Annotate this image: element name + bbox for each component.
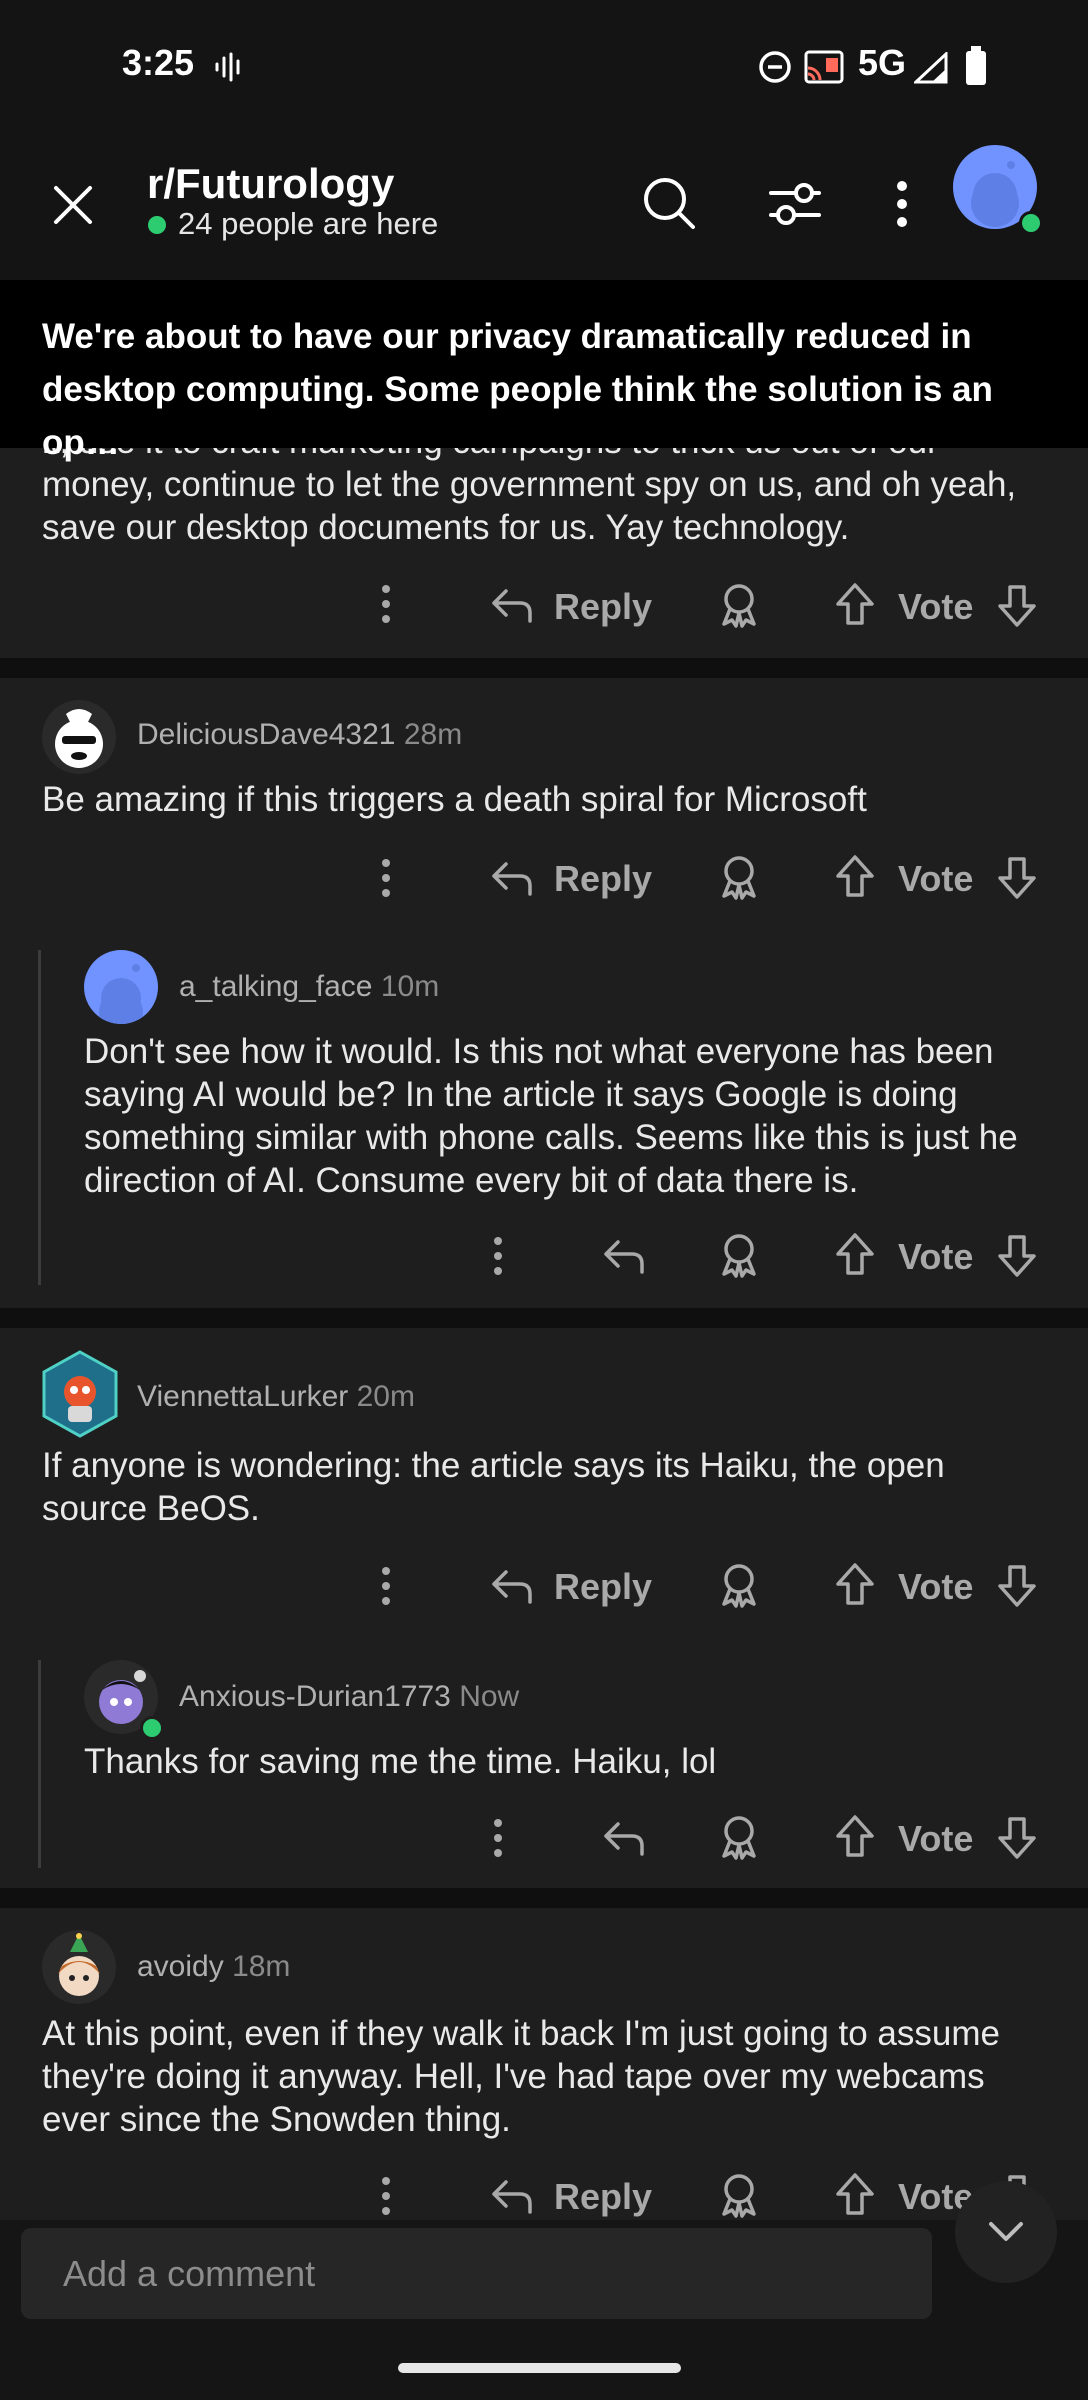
more-vertical-icon[interactable] [894, 180, 910, 228]
network-type: 5G [858, 42, 907, 83]
reply-icon[interactable] [602, 1236, 646, 1276]
signal-icon [914, 52, 948, 84]
downvote-icon[interactable] [996, 1564, 1038, 1608]
award-icon[interactable] [718, 582, 760, 628]
reply-icon[interactable] [490, 2176, 534, 2216]
search-icon[interactable] [642, 176, 696, 230]
vote-label: Vote [898, 1566, 974, 1607]
more-options-icon[interactable] [378, 1566, 394, 1606]
online-status-dot [1019, 211, 1043, 235]
home-indicator[interactable] [398, 2363, 681, 2373]
vote-label: Vote [898, 1236, 974, 1277]
online-status-dot [140, 1716, 164, 1740]
comment-author[interactable]: ViennettaLurker 20m [137, 1380, 415, 1414]
divider [0, 1308, 1088, 1328]
battery-icon [964, 46, 988, 86]
add-comment-input[interactable] [21, 2228, 932, 2319]
online-indicator [148, 216, 166, 234]
upvote-icon[interactable] [834, 1814, 876, 1858]
comment-time: Now [459, 1680, 520, 1713]
vote-label: Vote [898, 1818, 974, 1859]
downvote-icon[interactable] [996, 856, 1038, 900]
user-avatar[interactable] [42, 700, 116, 774]
comment-time: 28m [403, 718, 463, 751]
reply-button[interactable]: Reply [554, 2176, 652, 2218]
award-icon[interactable] [718, 1562, 760, 1608]
award-icon[interactable] [718, 1814, 760, 1860]
upvote-icon[interactable] [834, 1232, 876, 1276]
post-title: We're about to have our privacy dramatic… [42, 317, 993, 462]
more-options-icon[interactable] [378, 2176, 394, 2216]
collapse-button[interactable] [955, 2181, 1057, 2283]
reply-icon[interactable] [490, 858, 534, 898]
comment-author[interactable]: Anxious-Durian1773 Now [179, 1680, 519, 1714]
comment-author[interactable]: avoidy 18m [137, 1950, 290, 1984]
upvote-icon[interactable] [834, 582, 876, 626]
reply-icon[interactable] [602, 1818, 646, 1858]
vote-label: Vote [898, 858, 974, 899]
downvote-icon[interactable] [996, 1816, 1038, 1860]
comment-time: 20m [356, 1380, 415, 1413]
filter-icon[interactable] [768, 180, 822, 228]
award-icon[interactable] [718, 2172, 760, 2218]
reply-button[interactable]: Reply [554, 586, 652, 628]
award-icon[interactable] [718, 1232, 760, 1278]
upvote-icon[interactable] [834, 1562, 876, 1606]
comment-author[interactable]: a_talking_face 10m [179, 970, 439, 1004]
divider [0, 658, 1088, 678]
reply-icon[interactable] [490, 1566, 534, 1606]
thread-line[interactable] [38, 1660, 41, 1868]
reply-icon[interactable] [490, 585, 534, 625]
award-icon[interactable] [718, 854, 760, 900]
presence-count: 24 people are here [178, 206, 439, 241]
thread-line[interactable] [38, 950, 41, 1285]
comment-body: Don't see how it would. Is this not what… [84, 1032, 1018, 1200]
user-avatar[interactable] [40, 1350, 120, 1438]
user-avatar[interactable] [84, 950, 158, 1024]
comment-time: 18m [232, 1950, 291, 1983]
comment-author[interactable]: DeliciousDave4321 28m [137, 718, 462, 752]
user-avatar[interactable] [42, 1930, 116, 2004]
close-icon[interactable] [50, 182, 96, 228]
upvote-icon[interactable] [834, 2172, 876, 2216]
status-time: 3:25 [122, 42, 195, 83]
comment-body: Thanks for saving me the time. Haiku, lo… [84, 1742, 717, 1781]
voice-waveform-icon [214, 52, 244, 82]
more-options-icon[interactable] [490, 1236, 506, 1276]
vote-label: Vote [898, 586, 974, 627]
reply-button[interactable]: Reply [554, 858, 652, 900]
comment-body: At this point, even if they walk it back… [42, 2014, 1000, 2139]
do-not-disturb-icon [758, 50, 792, 84]
downvote-icon[interactable] [996, 584, 1038, 628]
upvote-icon[interactable] [834, 854, 876, 898]
downvote-icon[interactable] [996, 1234, 1038, 1278]
more-options-icon[interactable] [490, 1818, 506, 1858]
more-options-icon[interactable] [378, 584, 394, 624]
cast-icon [804, 50, 844, 84]
more-options-icon[interactable] [378, 858, 394, 898]
comment-body: Be amazing if this triggers a death spir… [42, 780, 867, 819]
reply-button[interactable]: Reply [554, 1566, 652, 1608]
comment-time: 10m [380, 970, 440, 1003]
divider [0, 1888, 1088, 1908]
chevron-down-icon [988, 2221, 1024, 2243]
comment-card [0, 678, 1088, 1308]
subreddit-title[interactable]: r/Futurology [147, 160, 394, 208]
comment-body: If anyone is wondering: the article says… [42, 1446, 945, 1528]
